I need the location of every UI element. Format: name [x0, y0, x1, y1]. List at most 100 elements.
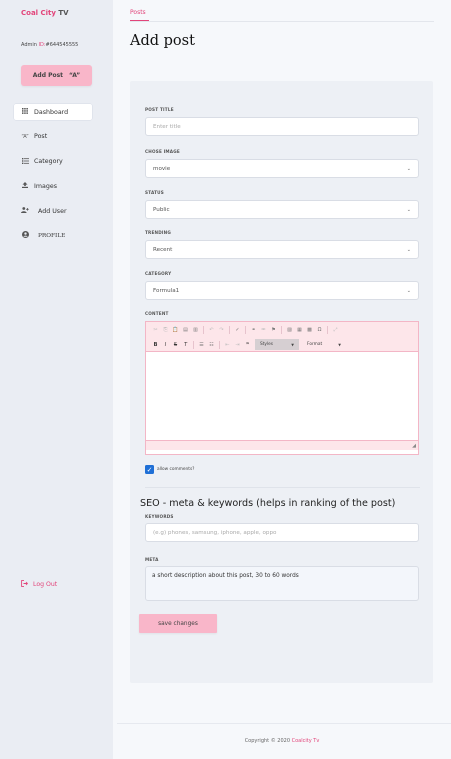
- styles-dropdown[interactable]: Styles ▼: [255, 339, 299, 350]
- footer-divider: [117, 723, 451, 724]
- add-post-button[interactable]: Add Post “A”: [21, 65, 92, 86]
- status-select[interactable]: Public ⌄: [145, 200, 419, 219]
- spellcheck-icon[interactable]: ✓: [234, 326, 241, 334]
- content-label: CONTENT: [145, 311, 169, 316]
- trending-select[interactable]: Recent ⌄: [145, 240, 419, 259]
- admin-id: Admin ID:#644545555: [21, 42, 78, 48]
- paste-word-icon[interactable]: ▥: [192, 326, 199, 334]
- paste-text-icon[interactable]: ▤: [182, 326, 189, 334]
- editor-body[interactable]: [146, 352, 418, 440]
- save-changes-button[interactable]: save changes: [139, 614, 217, 633]
- keywords-input[interactable]: (e.g) phones, samsung, iphone, apple, op…: [145, 523, 419, 542]
- copy-icon[interactable]: ⎘: [162, 326, 169, 334]
- allow-comments-checkbox[interactable]: ✓: [145, 465, 154, 474]
- toolbar-divider: [281, 326, 282, 334]
- caret-down-icon: ▼: [338, 342, 341, 347]
- trending-select-value: Recent: [153, 246, 173, 253]
- admin-id-value: #644545555: [45, 42, 79, 48]
- image-icon[interactable]: ▨: [286, 326, 293, 334]
- logout-label: Log Out: [33, 581, 58, 588]
- bullet-list-icon[interactable]: ☷: [208, 341, 215, 349]
- sidebar-item-label: Images: [34, 182, 58, 190]
- image-select[interactable]: movie ⌄: [145, 159, 419, 178]
- sidebar-item-dashboard[interactable]: Dashboard: [14, 104, 92, 120]
- editor-toolbar-row: B I S T ☰ ☷ ⇤ ⇥ ❞ Styles ▼ Format ▼: [152, 339, 346, 350]
- table-icon[interactable]: ▦: [296, 326, 303, 334]
- maximize-icon[interactable]: ⤢: [332, 326, 339, 334]
- quote-icon: “A”: [69, 72, 81, 79]
- anchor-flag-icon[interactable]: ⚑: [270, 326, 277, 334]
- sidebar-item-label: Add User: [38, 207, 67, 215]
- sidebar-item-label: Dashboard: [34, 108, 69, 116]
- sidebar-item-post[interactable]: “A” Post: [14, 129, 92, 145]
- footer: Copyright © 2020 Coalcity Tv: [113, 738, 451, 744]
- admin-id-label: ID:: [38, 42, 46, 48]
- category-label: CATEGORY: [145, 271, 172, 276]
- resize-handle-icon[interactable]: ◢: [412, 443, 416, 449]
- logout-link[interactable]: Log Out: [21, 580, 57, 589]
- strike-icon[interactable]: S: [172, 341, 179, 349]
- editor-toolbar-row: ✂ ⎘ 📋 ▤ ▥ ↶ ↷ ✓ ⚭ ⚮ ⚑ ▨ ▦ ▩ Ω ⤢: [152, 326, 339, 334]
- indent-icon[interactable]: ⇥: [234, 341, 241, 349]
- category-select[interactable]: Formula1 ⌄: [145, 281, 419, 300]
- status-select-value: Public: [153, 206, 170, 213]
- user-plus-icon: [20, 207, 30, 215]
- chevron-down-icon: ⌄: [406, 287, 411, 294]
- editor-toolbar: ✂ ⎘ 📋 ▤ ▥ ↶ ↷ ✓ ⚭ ⚮ ⚑ ▨ ▦ ▩ Ω ⤢ B I S T …: [146, 322, 418, 352]
- format-dropdown[interactable]: Format ▼: [302, 339, 346, 350]
- footer-brand-link[interactable]: Coalcity Tv: [292, 738, 320, 744]
- logout-icon: [21, 580, 29, 589]
- add-post-form: POST TITLE Enter title CHOSE IMAGE movie…: [130, 81, 433, 683]
- blockquote-icon[interactable]: ❞: [244, 341, 251, 349]
- link-icon[interactable]: ⚭: [250, 326, 257, 334]
- section-divider: [145, 487, 420, 488]
- post-title-label: POST TITLE: [145, 107, 174, 112]
- chevron-down-icon: ⌄: [406, 206, 411, 213]
- toolbar-divider: [327, 326, 328, 334]
- trending-label: TRENDING: [145, 230, 172, 235]
- bold-icon[interactable]: B: [152, 341, 159, 349]
- image-label: CHOSE IMAGE: [145, 149, 180, 154]
- breadcrumb[interactable]: Posts: [130, 9, 146, 16]
- remove-format-icon[interactable]: T: [182, 341, 189, 349]
- outdent-icon[interactable]: ⇤: [224, 341, 231, 349]
- unlink-icon[interactable]: ⚮: [260, 326, 267, 334]
- chevron-down-icon: ⌄: [406, 246, 411, 253]
- special-char-icon[interactable]: Ω: [316, 326, 323, 334]
- numbered-list-icon[interactable]: ☰: [198, 341, 205, 349]
- sidebar-item-images[interactable]: Images: [14, 178, 92, 194]
- toolbar-divider: [193, 340, 194, 349]
- brand-logo[interactable]: Coal City TV: [21, 9, 69, 17]
- sidebar-item-add-user[interactable]: Add User: [14, 203, 92, 219]
- add-post-label: Add Post: [32, 72, 64, 79]
- seo-heading: SEO - meta & keywords (helps in ranking …: [140, 498, 396, 509]
- sidebar-item-category[interactable]: Category: [14, 154, 92, 170]
- undo-icon[interactable]: ↶: [208, 326, 215, 334]
- post-title-input[interactable]: Enter title: [145, 117, 419, 136]
- cut-icon[interactable]: ✂: [152, 326, 159, 334]
- format-dropdown-label: Format: [307, 342, 323, 347]
- sidebar-item-label: PROFILE: [38, 232, 66, 239]
- redo-icon[interactable]: ↷: [218, 326, 225, 334]
- quote-icon: “A”: [21, 133, 29, 140]
- italic-icon[interactable]: I: [162, 341, 169, 349]
- chevron-down-icon: ⌄: [406, 165, 411, 172]
- sidebar-item-label: Post: [34, 133, 48, 141]
- upload-icon: [20, 182, 30, 190]
- caret-down-icon: ▼: [291, 342, 294, 347]
- sidebar-item-profile[interactable]: PROFILE: [14, 228, 92, 244]
- copyright-text: Copyright © 2020: [244, 738, 291, 744]
- sidebar-item-label: Category: [34, 158, 63, 166]
- meta-textarea[interactable]: a short description about this post, 30 …: [145, 566, 419, 601]
- toolbar-divider: [245, 326, 246, 334]
- allow-comments-label: allow comments?: [157, 467, 195, 472]
- horizontal-line-icon[interactable]: ▩: [306, 326, 313, 334]
- check-icon: ✓: [146, 465, 153, 474]
- paste-icon[interactable]: 📋: [172, 326, 179, 334]
- toolbar-divider: [219, 340, 220, 349]
- toolbar-divider: [229, 326, 230, 334]
- meta-label: META: [145, 557, 159, 562]
- category-select-value: Formula1: [153, 287, 180, 294]
- list-icon: [20, 157, 30, 166]
- user-circle-icon: [20, 231, 30, 240]
